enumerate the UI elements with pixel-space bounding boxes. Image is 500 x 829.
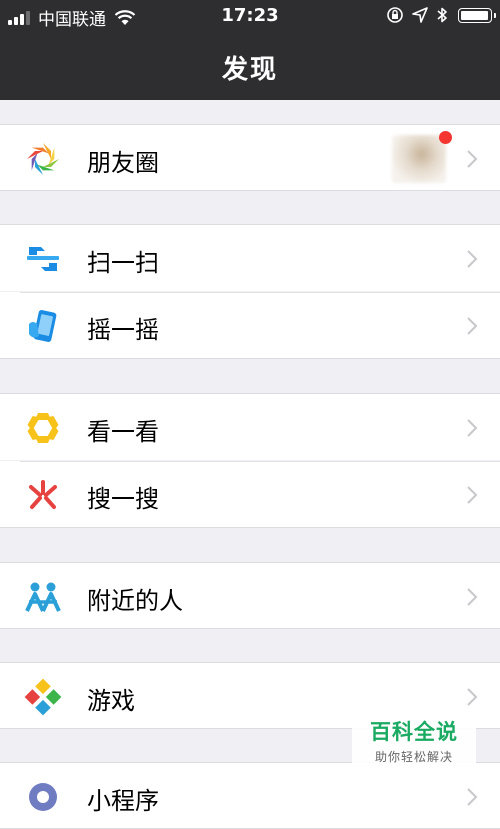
nav-bar: 发现: [0, 33, 500, 100]
menu-item-label: 游戏: [87, 687, 135, 715]
chevron-right-icon: [467, 788, 478, 806]
menu-item-label: 摇一摇: [87, 316, 159, 344]
menu-item-top-stories[interactable]: 看一看: [0, 393, 500, 460]
menu-item-mini-programs[interactable]: 小程序: [0, 762, 500, 829]
people-nearby-icon: [25, 582, 61, 612]
top-stories-icon: [27, 413, 59, 443]
menu-item-people-nearby[interactable]: 附近的人: [0, 562, 500, 629]
chevron-right-icon: [467, 486, 478, 504]
page-title: 发现: [221, 55, 278, 85]
shake-icon: [29, 310, 57, 342]
new-moments-badge: [439, 131, 452, 144]
status-right: [378, 6, 496, 24]
games-icon: [24, 678, 62, 716]
menu-item-moments[interactable]: 朋友圈: [0, 124, 500, 191]
menu-item-scan[interactable]: 扫一扫: [0, 224, 500, 291]
bluetooth-icon: [437, 7, 447, 23]
menu-item-label: 搜一搜: [87, 485, 159, 513]
menu-item-search[interactable]: 搜一搜: [0, 461, 500, 528]
moments-icon: [27, 143, 59, 175]
rotation-lock-icon: [387, 7, 403, 23]
scan-icon: [27, 247, 59, 271]
menu-item-label: 小程序: [87, 787, 159, 815]
menu-item-label: 附近的人: [87, 587, 183, 615]
chevron-right-icon: [467, 317, 478, 335]
status-bar: 中国联通 17:23: [0, 0, 500, 33]
menu-item-label: 扫一扫: [87, 249, 159, 277]
chevron-right-icon: [467, 688, 478, 706]
search-icon: [29, 480, 57, 509]
menu-item-label: 看一看: [87, 418, 159, 446]
watermark-subtitle: 助你轻松解决: [374, 750, 453, 764]
chevron-right-icon: [467, 419, 478, 437]
battery-icon: [458, 7, 496, 23]
chevron-right-icon: [467, 150, 478, 168]
menu-item-shake[interactable]: 摇一摇: [0, 292, 500, 359]
chevron-right-icon: [467, 250, 478, 268]
moments-thumbnail: [392, 135, 446, 183]
watermark-title: 百科全说: [370, 720, 458, 744]
battery-level: [461, 10, 488, 20]
location-icon: [412, 7, 428, 23]
menu-item-label: 朋友圈: [87, 149, 159, 177]
mini-programs-icon: [29, 783, 57, 811]
chevron-right-icon: [467, 588, 478, 606]
watermark-logo: 百科全说 助你轻松解决: [352, 710, 476, 768]
